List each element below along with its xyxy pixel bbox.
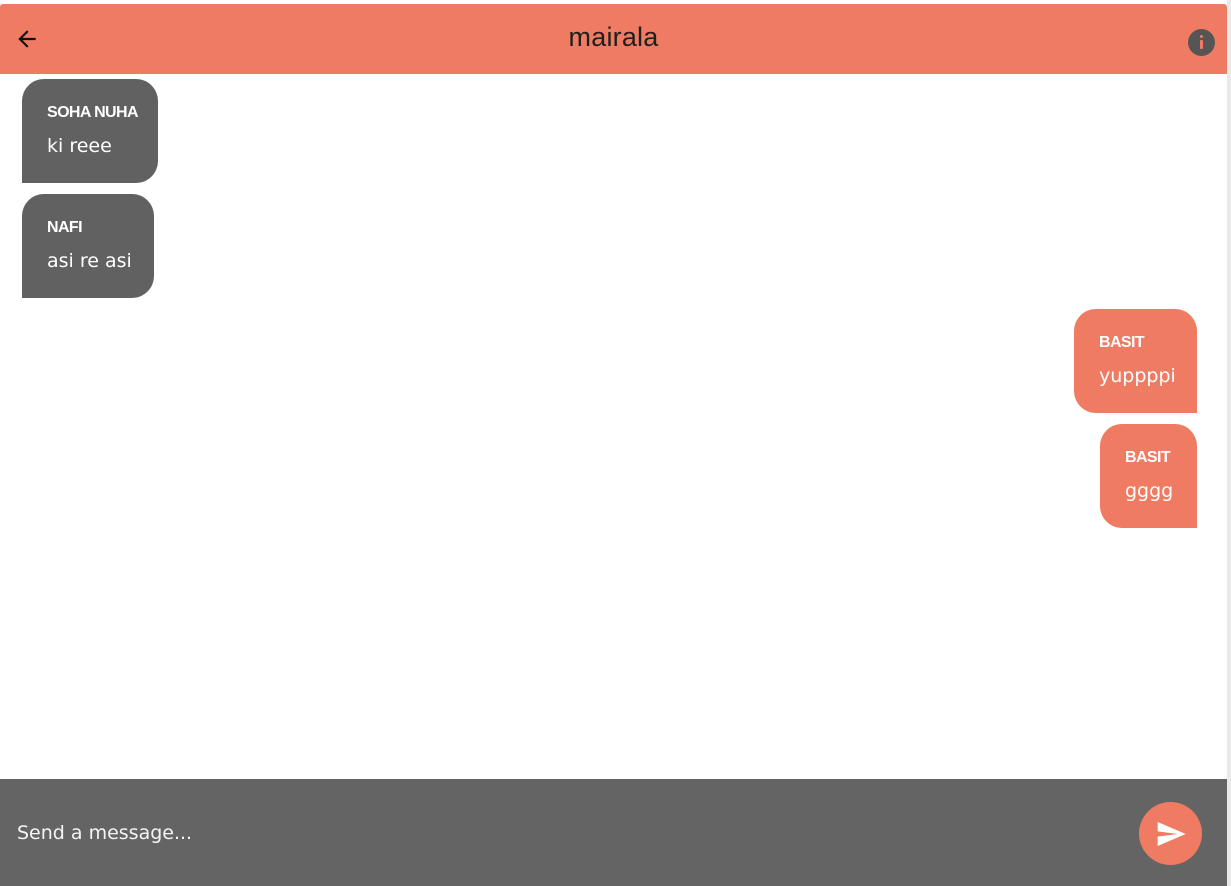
chat-window: mairala SOHA NUHA ki reee NAFI asi re as… bbox=[0, 0, 1231, 886]
message-input[interactable] bbox=[0, 805, 1120, 861]
send-button[interactable] bbox=[1139, 802, 1202, 865]
message-bubble-incoming: SOHA NUHA ki reee bbox=[22, 79, 158, 183]
message-bubble-incoming: NAFI asi re asi bbox=[22, 194, 154, 298]
message-bubble-outgoing: BASIT yuppppi bbox=[1074, 309, 1197, 413]
message-sender: NAFI bbox=[47, 219, 83, 236]
info-button[interactable] bbox=[1188, 29, 1215, 56]
message-bubble-outgoing: BASIT gggg bbox=[1100, 424, 1197, 528]
message-text: ki reee bbox=[47, 135, 112, 157]
message-sender: SOHA NUHA bbox=[47, 104, 139, 121]
chat-header: mairala bbox=[0, 4, 1227, 74]
message-text: yuppppi bbox=[1099, 365, 1176, 387]
message-sender: BASIT bbox=[1099, 334, 1145, 351]
message-text: asi re asi bbox=[47, 250, 132, 272]
chat-title: mairala bbox=[568, 22, 659, 52]
message-sender: BASIT bbox=[1125, 449, 1171, 466]
window-edge bbox=[1227, 0, 1231, 886]
message-list: SOHA NUHA ki reee NAFI asi re asi BASIT … bbox=[0, 74, 1227, 779]
message-text: gggg bbox=[1125, 480, 1174, 502]
send-icon bbox=[1157, 821, 1186, 846]
message-composer bbox=[0, 779, 1227, 886]
